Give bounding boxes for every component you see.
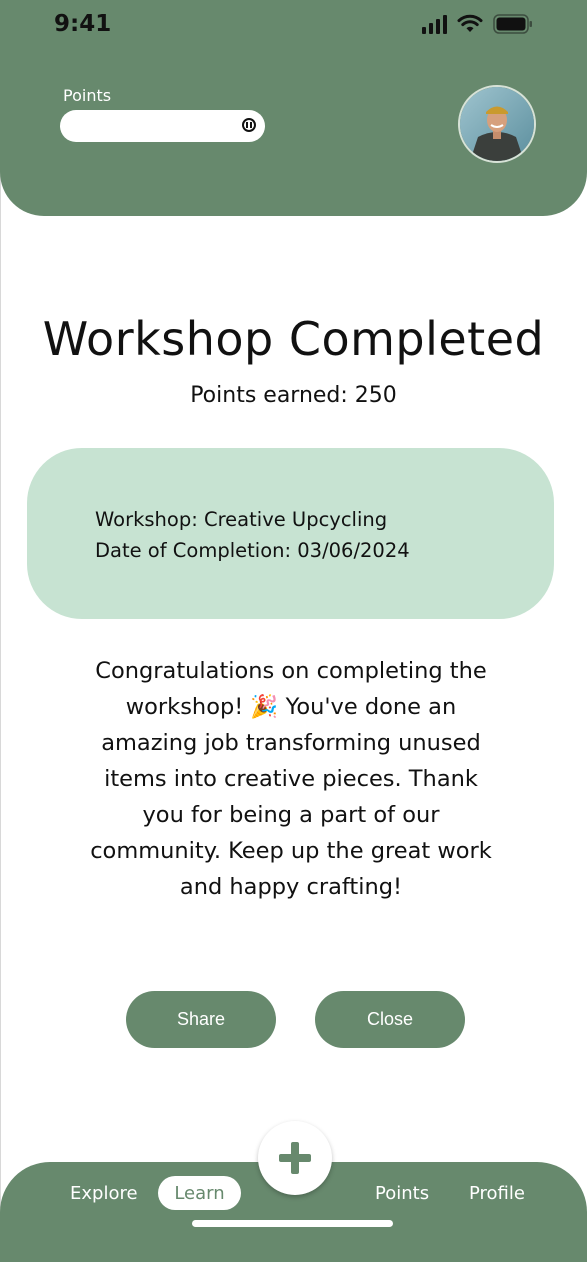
nav-item-explore[interactable]: Explore (70, 1183, 138, 1204)
workshop-name: Workshop: Creative Upcycling (95, 508, 388, 531)
completion-date: Date of Completion: 03/06/2024 (95, 539, 410, 562)
nav-item-profile[interactable]: Profile (469, 1183, 525, 1204)
status-time: 9:41 (54, 11, 112, 37)
header: 9:41 Points (0, 0, 587, 216)
wifi-icon (457, 14, 483, 34)
avatar[interactable] (458, 85, 536, 163)
nav-item-learn[interactable]: Learn (158, 1176, 241, 1210)
points-earned: Points earned: 250 (190, 383, 397, 408)
plus-icon (279, 1142, 311, 1174)
battery-icon (493, 14, 533, 34)
share-button[interactable]: Share (126, 991, 276, 1048)
congratulations-message: Congratulations on completing the worksh… (90, 658, 492, 900)
home-indicator (192, 1220, 393, 1227)
close-button[interactable]: Close (315, 991, 465, 1048)
add-button[interactable] (258, 1121, 332, 1195)
signal-icon (422, 14, 447, 34)
points-label: Points (63, 86, 112, 105)
workshop-info-card: Workshop: Creative Upcycling Date of Com… (27, 448, 554, 619)
nav-item-points[interactable]: Points (375, 1183, 429, 1204)
points-progress-bar[interactable] (60, 110, 265, 142)
info-icon[interactable] (242, 118, 256, 132)
page-title: Workshop Completed (42, 312, 545, 366)
left-edge-line (0, 0, 1, 1262)
status-icons (422, 14, 533, 34)
